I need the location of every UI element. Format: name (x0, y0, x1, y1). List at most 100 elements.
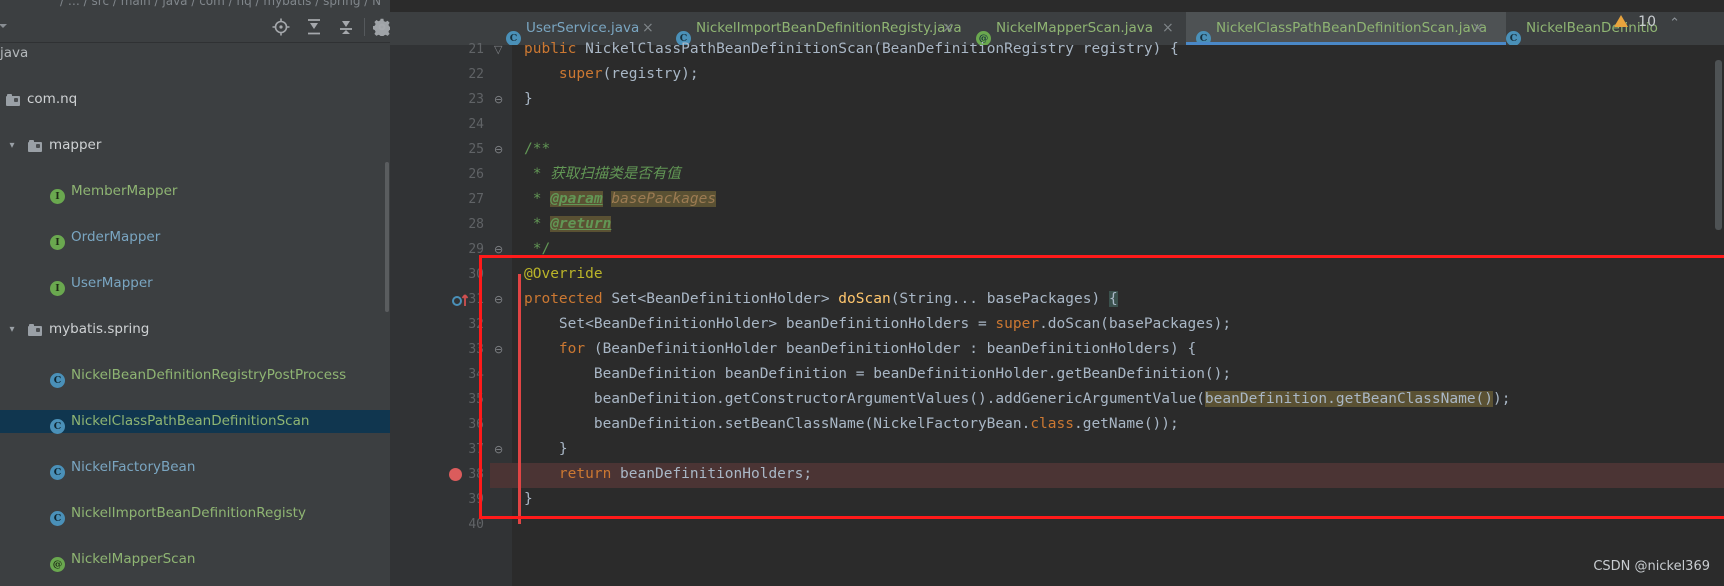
gear-icon[interactable] (373, 18, 390, 36)
line-number[interactable]: 38 (394, 462, 484, 487)
tree-item[interactable]: C NickelFactoryBean (0, 456, 390, 480)
expand-all-icon[interactable] (305, 18, 323, 36)
tree-item-label: java (0, 45, 29, 61)
code-line: */ (524, 241, 551, 257)
source-code[interactable]: public NickelClassPathBeanDefinitionScan… (524, 41, 1724, 586)
line-number-gutter[interactable]: 21 22 23 24 25 26 27 28 29 30 31 32 33 34 35 36 37 38 39 40 (390, 42, 490, 586)
class-icon: C (50, 368, 65, 388)
interface-icon: I (50, 230, 65, 250)
line-number[interactable]: 21 (394, 37, 484, 62)
chevron-down-icon[interactable]: ▾ (6, 134, 18, 157)
fold-marker-icon[interactable]: ⊖ (494, 287, 507, 312)
chevron-up-icon[interactable]: ⌃ (1669, 16, 1680, 31)
watermark: CSDN @nickel369 (1593, 559, 1710, 574)
warning-triangle-icon (1613, 15, 1628, 27)
tree-item[interactable]: ▾ mapper (0, 134, 390, 157)
line-number[interactable]: 22 (394, 62, 484, 87)
line-number[interactable]: 27 (394, 187, 484, 212)
line-number[interactable]: 23 (394, 87, 484, 112)
collapse-all-icon[interactable] (337, 18, 355, 36)
tree-item[interactable]: C NickelImportBeanDefinitionRegisty (0, 502, 390, 526)
code-line: /** (524, 141, 551, 157)
fold-marker-icon[interactable]: ⊖ (494, 437, 507, 462)
code-line: return beanDefinitionHolders; (524, 466, 813, 482)
tree-item-label: NickelBeanDefinitionRegistryPostProcess (71, 367, 347, 383)
code-line: protected Set<BeanDefinitionHolder> doSc… (524, 291, 1118, 307)
line-number[interactable]: 33 (394, 337, 484, 362)
folder-icon (6, 92, 21, 107)
line-number[interactable]: 24 (394, 112, 484, 137)
tree-item-label: mapper (49, 137, 102, 153)
code-line: } (524, 491, 533, 507)
vcs-change-marker[interactable] (518, 274, 521, 524)
tree-item[interactable]: I MemberMapper (0, 180, 390, 204)
tree-item-label: NickelMapperScan (71, 551, 196, 567)
folder-icon (28, 138, 43, 153)
code-line: beanDefinition.setBeanClassName(NickelFa… (524, 416, 1179, 432)
fold-marker-icon[interactable]: ⊖ (494, 237, 507, 262)
inspection-widget[interactable]: 10 (1613, 14, 1656, 30)
line-number[interactable]: 30 (394, 262, 484, 287)
toolbar-divider (364, 18, 365, 36)
close-icon[interactable]: × (1472, 12, 1484, 45)
code-line: super(registry); (558, 66, 699, 82)
interface-icon: I (50, 184, 65, 204)
project-toolbar (0, 12, 390, 43)
line-number[interactable]: 26 (394, 162, 484, 187)
override-method-icon[interactable] (452, 292, 472, 308)
code-line: } (524, 441, 568, 457)
tree-item[interactable]: C NickelBeanDefinitionRegistryPostProcess (0, 364, 390, 388)
tree-item[interactable]: @ NickelMapperScan (0, 548, 390, 572)
tree-item-label: com.nq (27, 91, 78, 107)
fold-marker-icon[interactable]: ⊖ (494, 337, 507, 362)
fold-marker-icon[interactable]: ⊖ (494, 87, 507, 112)
line-number[interactable]: 32 (394, 312, 484, 337)
folder-icon (28, 322, 43, 337)
line-number[interactable]: 39 (394, 487, 484, 512)
breakpoint-icon[interactable] (449, 468, 462, 481)
sidebar-scrollbar[interactable] (385, 162, 389, 312)
code-line: * @return (524, 216, 612, 232)
breadcrumb[interactable]: / … / src / main / java / com / nq / myb… (60, 0, 381, 8)
chevron-down-icon[interactable]: ▾ (6, 318, 18, 341)
class-icon: C (50, 460, 65, 480)
line-number[interactable]: 28 (394, 212, 484, 237)
code-line: beanDefinition.getConstructorArgumentVal… (524, 391, 1511, 407)
line-number[interactable]: 25 (394, 137, 484, 162)
line-number[interactable]: 34 (394, 362, 484, 387)
chevron-down-icon[interactable] (0, 16, 10, 36)
annotation-icon: @ (50, 552, 65, 572)
tree-item[interactable]: C NickelClassPathBeanDefinitionScan (0, 410, 390, 434)
tree-item[interactable]: ▾ mybatis.spring (0, 318, 390, 341)
tree-item[interactable]: I OrderMapper (0, 226, 390, 250)
tree-item-label: OrderMapper (71, 229, 161, 245)
code-folding-column[interactable]: ▽ ⊖ ⊖ ⊖ ⊖ ⊖ ⊖ (490, 43, 512, 586)
interface-icon: I (50, 276, 65, 296)
warning-count: 10 (1638, 14, 1656, 30)
code-editor[interactable]: 21 22 23 24 25 26 27 28 29 30 31 32 33 34 35 36 37 38 39 40… (390, 41, 1724, 586)
line-number[interactable]: 36 (394, 412, 484, 437)
tree-item[interactable]: com.nq (0, 88, 390, 111)
project-tree[interactable]: java com.nq ▾ mapper I MemberMapper I OrderMapp… (0, 42, 390, 586)
code-line: * 获取扫描类是否有值 (524, 166, 681, 182)
tab-label: NickelClassPathBeanDefinitionScan.java (1216, 20, 1488, 36)
line-number[interactable]: 29 (394, 237, 484, 262)
tree-item-label: mybatis.spring (49, 321, 150, 337)
line-number[interactable]: 35 (394, 387, 484, 412)
project-tool-window: java com.nq ▾ mapper I MemberMapper I OrderMapp… (0, 12, 390, 586)
code-line: BeanDefinition beanDefinition = beanDefi… (524, 366, 1232, 382)
editor-tab[interactable]: C NickelClassPathBeanDefinitionScan.java × (1186, 12, 1506, 46)
ide-window: / … / src / main / java / com / nq / myb… (0, 0, 1724, 586)
tree-item-label: MemberMapper (71, 183, 178, 199)
editor-scrollbar[interactable] (1715, 60, 1722, 230)
tree-item-label: NickelImportBeanDefinitionRegisty (71, 505, 306, 521)
tree-item-label: UserMapper (71, 275, 153, 291)
tree-item[interactable]: java (0, 42, 390, 65)
code-line: } (524, 91, 533, 107)
locate-icon[interactable] (272, 18, 290, 36)
line-number[interactable]: 37 (394, 437, 484, 462)
fold-marker-icon[interactable]: ▽ (494, 37, 507, 62)
tree-item[interactable]: I UserMapper (0, 272, 390, 296)
fold-marker-icon[interactable]: ⊖ (494, 137, 507, 162)
line-number[interactable]: 40 (394, 512, 484, 537)
